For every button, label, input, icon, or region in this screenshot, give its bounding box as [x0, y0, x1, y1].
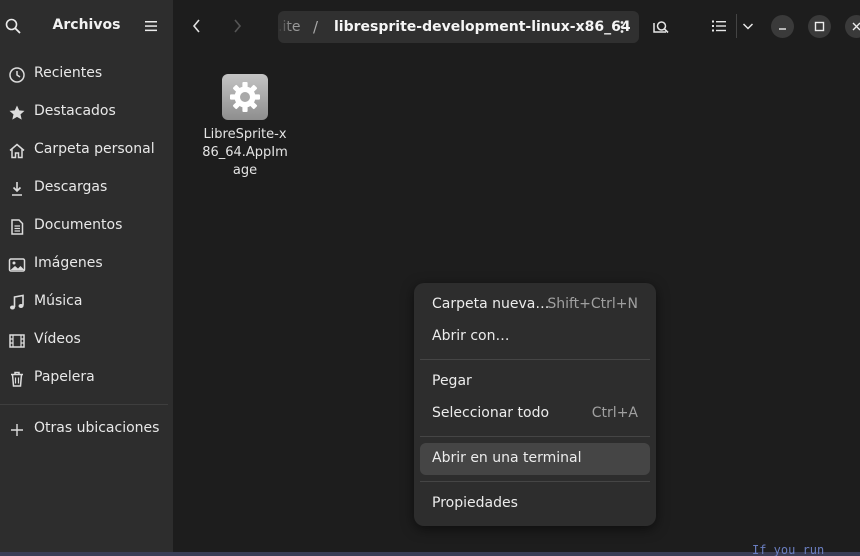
maximize-button[interactable]	[808, 15, 831, 38]
background-window-edge	[0, 552, 860, 556]
plus-icon	[11, 424, 23, 436]
menu-item-paste[interactable]: Pegar	[420, 366, 650, 398]
close-icon	[852, 22, 860, 31]
minimize-icon	[779, 28, 786, 30]
menu-item-open-terminal[interactable]: Abrir en una terminal	[420, 443, 650, 475]
menu-item-label: Pegar	[432, 373, 472, 389]
music-icon	[10, 294, 24, 310]
sidebar-item-label: Papelera	[34, 369, 95, 385]
sidebar-item-otras-ubicaciones[interactable]: Otras ubicaciones	[0, 410, 173, 448]
breadcrumb-previous[interactable]: .ite	[278, 19, 300, 35]
file-name: LibreSprite-x86_64.AppImage	[202, 127, 288, 178]
back-arrow-icon[interactable]	[190, 17, 204, 35]
video-icon	[9, 334, 25, 348]
menu-item-label: Propiedades	[432, 495, 518, 511]
menu-item-label: Carpeta nueva…	[432, 296, 550, 312]
close-button[interactable]	[845, 15, 860, 38]
sidebar-item-label: Imágenes	[34, 255, 103, 271]
sidebar-header: Archivos	[0, 0, 173, 52]
background-window-text: If you run	[752, 543, 825, 556]
menu-item-open-with[interactable]: Abrir con…	[420, 321, 650, 353]
sidebar-item-label: Otras ubicaciones	[34, 420, 160, 436]
view-button-divider	[736, 14, 737, 38]
sidebar-item-label: Recientes	[34, 65, 103, 81]
sidebar-item-destacados[interactable]: Destacados	[0, 93, 173, 131]
sidebar-item-label: Carpeta personal	[34, 141, 155, 157]
menu-item-select-all[interactable]: Seleccionar todo Ctrl+A	[420, 398, 650, 430]
sidebar-item-label: Música	[34, 293, 83, 309]
download-icon	[12, 182, 22, 196]
forward-arrow-icon[interactable]	[230, 17, 244, 35]
document-icon	[11, 219, 24, 235]
hamburger-menu-icon[interactable]	[144, 19, 158, 33]
image-icon	[8, 258, 26, 272]
sidebar-item-label: Descargas	[34, 179, 108, 195]
sidebar-item-label: Documentos	[34, 217, 123, 233]
maximize-icon	[814, 21, 825, 32]
home-icon	[9, 143, 25, 159]
menu-item-new-folder[interactable]: Carpeta nueva… Shift+Ctrl+N	[420, 289, 650, 321]
sidebar-item-label: Vídeos	[34, 331, 81, 347]
clock-icon	[9, 67, 25, 83]
sidebar-divider	[0, 404, 168, 405]
menu-item-label: Abrir en una terminal	[432, 450, 582, 466]
header-bar: .ite / libresprite-development-linux-x86…	[173, 0, 860, 52]
sidebar: Archivos Recientes Destacados Carpeta pe…	[0, 0, 173, 556]
menu-item-shortcut: Shift+Ctrl+N	[547, 296, 638, 312]
sidebar-item-label: Destacados	[34, 103, 116, 119]
sidebar-item-recientes[interactable]: Recientes	[0, 55, 173, 93]
sidebar-item-carpeta-personal[interactable]: Carpeta personal	[0, 131, 173, 169]
trash-icon	[11, 371, 23, 387]
sidebar-item-imagenes[interactable]: Imágenes	[0, 245, 173, 283]
sidebar-item-videos[interactable]: Vídeos	[0, 321, 173, 359]
menu-item-label: Seleccionar todo	[432, 405, 550, 421]
sidebar-places-list: Recientes Destacados Carpeta personal De…	[0, 55, 173, 397]
minimize-button[interactable]	[771, 15, 794, 38]
search-location-icon[interactable]	[651, 17, 671, 37]
path-bar: .ite / libresprite-development-linux-x86…	[278, 11, 639, 43]
menu-item-properties[interactable]: Propiedades	[420, 488, 650, 520]
breadcrumb-current[interactable]: libresprite-development-linux-x86_64	[334, 19, 631, 35]
sidebar-item-papelera[interactable]: Papelera	[0, 359, 173, 397]
list-view-icon[interactable]	[711, 18, 727, 34]
chevron-down-icon[interactable]	[741, 19, 755, 33]
breadcrumb-separator: /	[313, 18, 319, 36]
context-menu: Carpeta nueva… Shift+Ctrl+N Abrir con… P…	[414, 283, 656, 526]
sidebar-item-descargas[interactable]: Descargas	[0, 169, 173, 207]
kebab-menu-icon[interactable]	[617, 20, 627, 34]
sidebar-item-documentos[interactable]: Documentos	[0, 207, 173, 245]
menu-separator	[420, 359, 650, 360]
menu-separator	[420, 436, 650, 437]
executable-gear-icon	[222, 74, 268, 120]
menu-separator	[420, 481, 650, 482]
file-item[interactable]: LibreSprite-x86_64.AppImage	[200, 74, 290, 180]
menu-item-label: Abrir con…	[432, 328, 510, 344]
star-icon	[9, 105, 25, 120]
sidebar-item-musica[interactable]: Música	[0, 283, 173, 321]
menu-item-shortcut: Ctrl+A	[591, 405, 638, 421]
